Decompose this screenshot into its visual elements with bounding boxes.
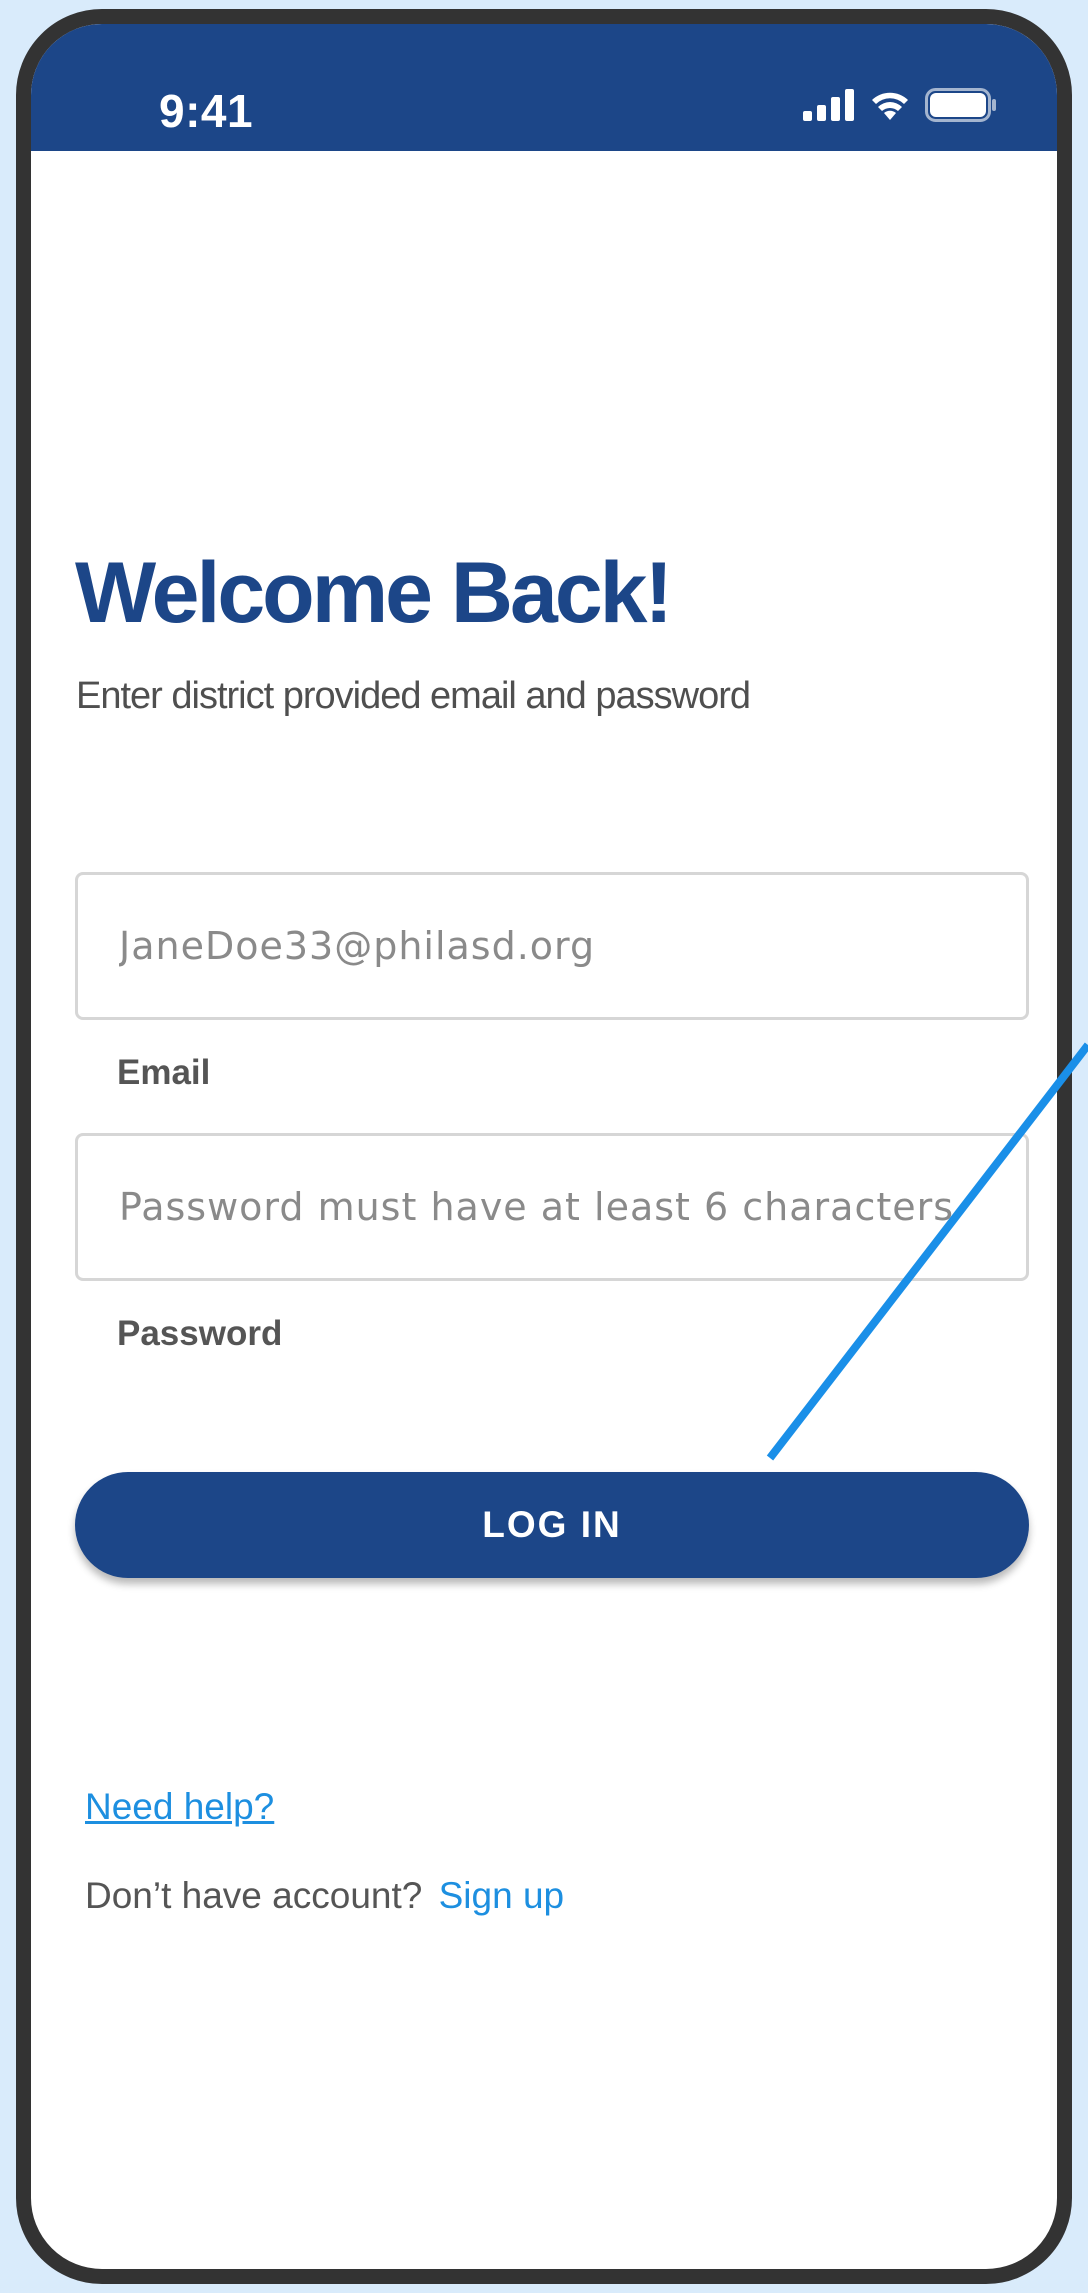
page-title: Welcome Back! — [75, 545, 673, 641]
email-field-container — [75, 872, 1029, 1020]
signup-row: Don’t have account? Sign up — [85, 1875, 564, 1917]
wifi-icon — [869, 89, 911, 121]
status-bar: 9:41 — [31, 24, 1057, 151]
password-label: Password — [117, 1314, 283, 1353]
password-input[interactable] — [78, 1136, 1026, 1278]
login-button[interactable]: LOG IN — [75, 1472, 1029, 1578]
battery-icon — [925, 88, 997, 122]
signup-link[interactable]: Sign up — [439, 1875, 565, 1916]
email-input[interactable] — [78, 875, 1026, 1017]
cellular-signal-icon — [803, 89, 855, 121]
phone-frame: 9:41 Welcome Back! Enter district provid… — [16, 9, 1072, 2284]
signup-prompt: Don’t have account? — [85, 1875, 423, 1916]
password-field-container — [75, 1133, 1029, 1281]
email-label: Email — [117, 1053, 211, 1092]
need-help-link[interactable]: Need help? — [85, 1786, 274, 1828]
status-icons — [803, 88, 997, 122]
page-subtitle: Enter district provided email and passwo… — [76, 675, 751, 717]
status-time: 9:41 — [159, 85, 254, 137]
